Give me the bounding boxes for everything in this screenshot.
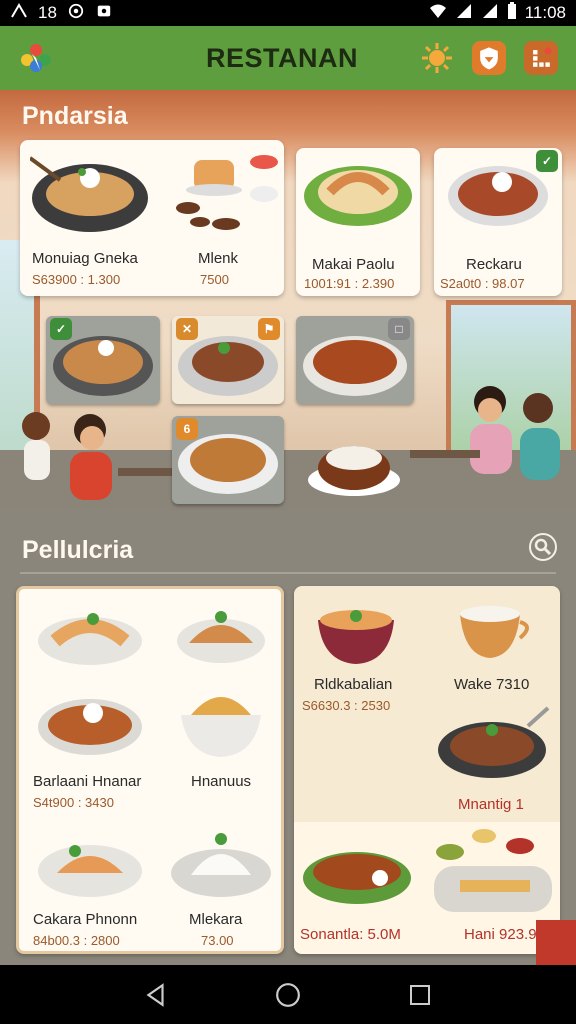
popular-section: Pellulcria Barlaani Hnanar S4t900 : 3430…: [0, 510, 576, 965]
app-title: RESTANAN: [206, 42, 358, 73]
featured-card-1[interactable]: Monuiag Gneka S63900 : 1.300 Mlenk 7500: [20, 140, 284, 296]
dish-image: [304, 166, 412, 226]
clock: 11:08: [524, 3, 566, 22]
dish-price: 84b00.3 : 2800: [33, 933, 120, 948]
leaf-icon: ✓: [536, 150, 558, 172]
leaf-icon: ✓: [50, 318, 72, 340]
dish-price: S4t900 : 3430: [33, 795, 114, 810]
notification-icon: [10, 2, 28, 24]
notification-count: 18: [38, 3, 57, 22]
divider: [20, 572, 556, 574]
soup-bowl-image: [318, 610, 394, 664]
dish-name: Rldkabalian: [314, 676, 393, 693]
dish-image: [38, 699, 142, 755]
dish-name: Cakara Phnonn: [33, 911, 138, 928]
cup-image: [460, 606, 529, 658]
dish-name: Sonantla: 5.0M: [300, 926, 401, 943]
dish-price: 7500: [200, 272, 229, 287]
gallery-icon: [95, 3, 113, 24]
battery-icon: [507, 1, 517, 25]
diners-illustration: [22, 412, 178, 500]
app-logo-icon[interactable]: [18, 40, 54, 76]
dish-name: Mlenk: [198, 250, 239, 267]
platter-image: [434, 829, 552, 912]
dish-image: [30, 156, 148, 232]
shield-icon[interactable]: [472, 41, 506, 75]
dish-image: [177, 611, 265, 663]
signal-icon: [455, 3, 473, 24]
count-badge: 6: [176, 418, 198, 440]
sun-icon[interactable]: [420, 41, 454, 75]
dish-price: S63900 : 1.300: [32, 272, 121, 287]
dish-image: [171, 833, 271, 897]
dish-name: Barlaani Hnanar: [33, 773, 142, 790]
dish-photo[interactable]: ✕ ⚑: [172, 316, 284, 404]
dish-name: Mnantig 1: [458, 796, 524, 813]
couple-illustration: [410, 386, 560, 480]
featured-card-3[interactable]: ✓ Reckaru S2a0t0 : 98.07: [434, 148, 562, 296]
dish-photo[interactable]: 6: [172, 416, 284, 504]
wifi-icon: [429, 3, 447, 24]
app-bar: RESTANAN: [0, 26, 576, 90]
menu-grid-icon[interactable]: [524, 41, 558, 75]
back-icon[interactable]: [141, 980, 171, 1010]
rice-bowl-image: [308, 446, 400, 496]
featured-section: Pndarsia Monuiag Gneka S63900 : 1.300 Ml…: [0, 90, 576, 510]
dish-image: [181, 697, 261, 757]
pin-icon: ⚑: [258, 318, 280, 340]
dish-name: Reckaru: [466, 256, 522, 273]
dish-price: S6630.3 : 2530: [302, 698, 391, 713]
dish-price: 73.00: [201, 933, 234, 948]
system-nav-bar: [0, 965, 576, 1024]
accent-bar: [536, 920, 576, 965]
signal-icon-2: [481, 3, 499, 24]
dish-name: Mlekara: [189, 911, 243, 928]
search-icon[interactable]: [528, 532, 558, 562]
featured-title: Pndarsia: [22, 102, 128, 130]
recents-icon[interactable]: [405, 980, 435, 1010]
sync-icon: [67, 3, 85, 24]
home-icon[interactable]: [273, 980, 303, 1010]
popular-card-left[interactable]: Barlaani Hnanar S4t900 : 3430 Hnanuus Ca…: [16, 586, 284, 954]
dish-name: Wake 7310: [454, 676, 530, 693]
dish-name: Monuiag Gneka: [32, 250, 138, 267]
popular-card-right[interactable]: Rldkabalian S6630.3 : 2530 Wake 7310 Mna…: [294, 586, 560, 954]
status-bar: 18 11:08: [0, 0, 576, 26]
featured-card-2[interactable]: Makai Paolu 1001:91 : 2.390: [296, 148, 420, 296]
dish-image: [38, 613, 142, 665]
dish-name: Makai Paolu: [312, 256, 395, 273]
dish-name: Hnanuus: [191, 773, 252, 790]
star-icon: ✕: [176, 318, 198, 340]
dish-image: [438, 706, 550, 778]
dish-image: [303, 852, 411, 904]
dish-image: [38, 845, 142, 897]
tea-set-image: [176, 155, 278, 230]
dish-price: S2a0t0 : 98.07: [440, 276, 525, 291]
dish-name: Hani 923.90: [464, 926, 545, 943]
dish-photo[interactable]: ✓: [46, 316, 160, 404]
bookmark-icon: □: [388, 318, 410, 340]
dish-photo[interactable]: □: [296, 316, 414, 404]
popular-title: Pellulcria: [22, 536, 134, 564]
dish-price: 1001:91 : 2.390: [304, 276, 395, 291]
